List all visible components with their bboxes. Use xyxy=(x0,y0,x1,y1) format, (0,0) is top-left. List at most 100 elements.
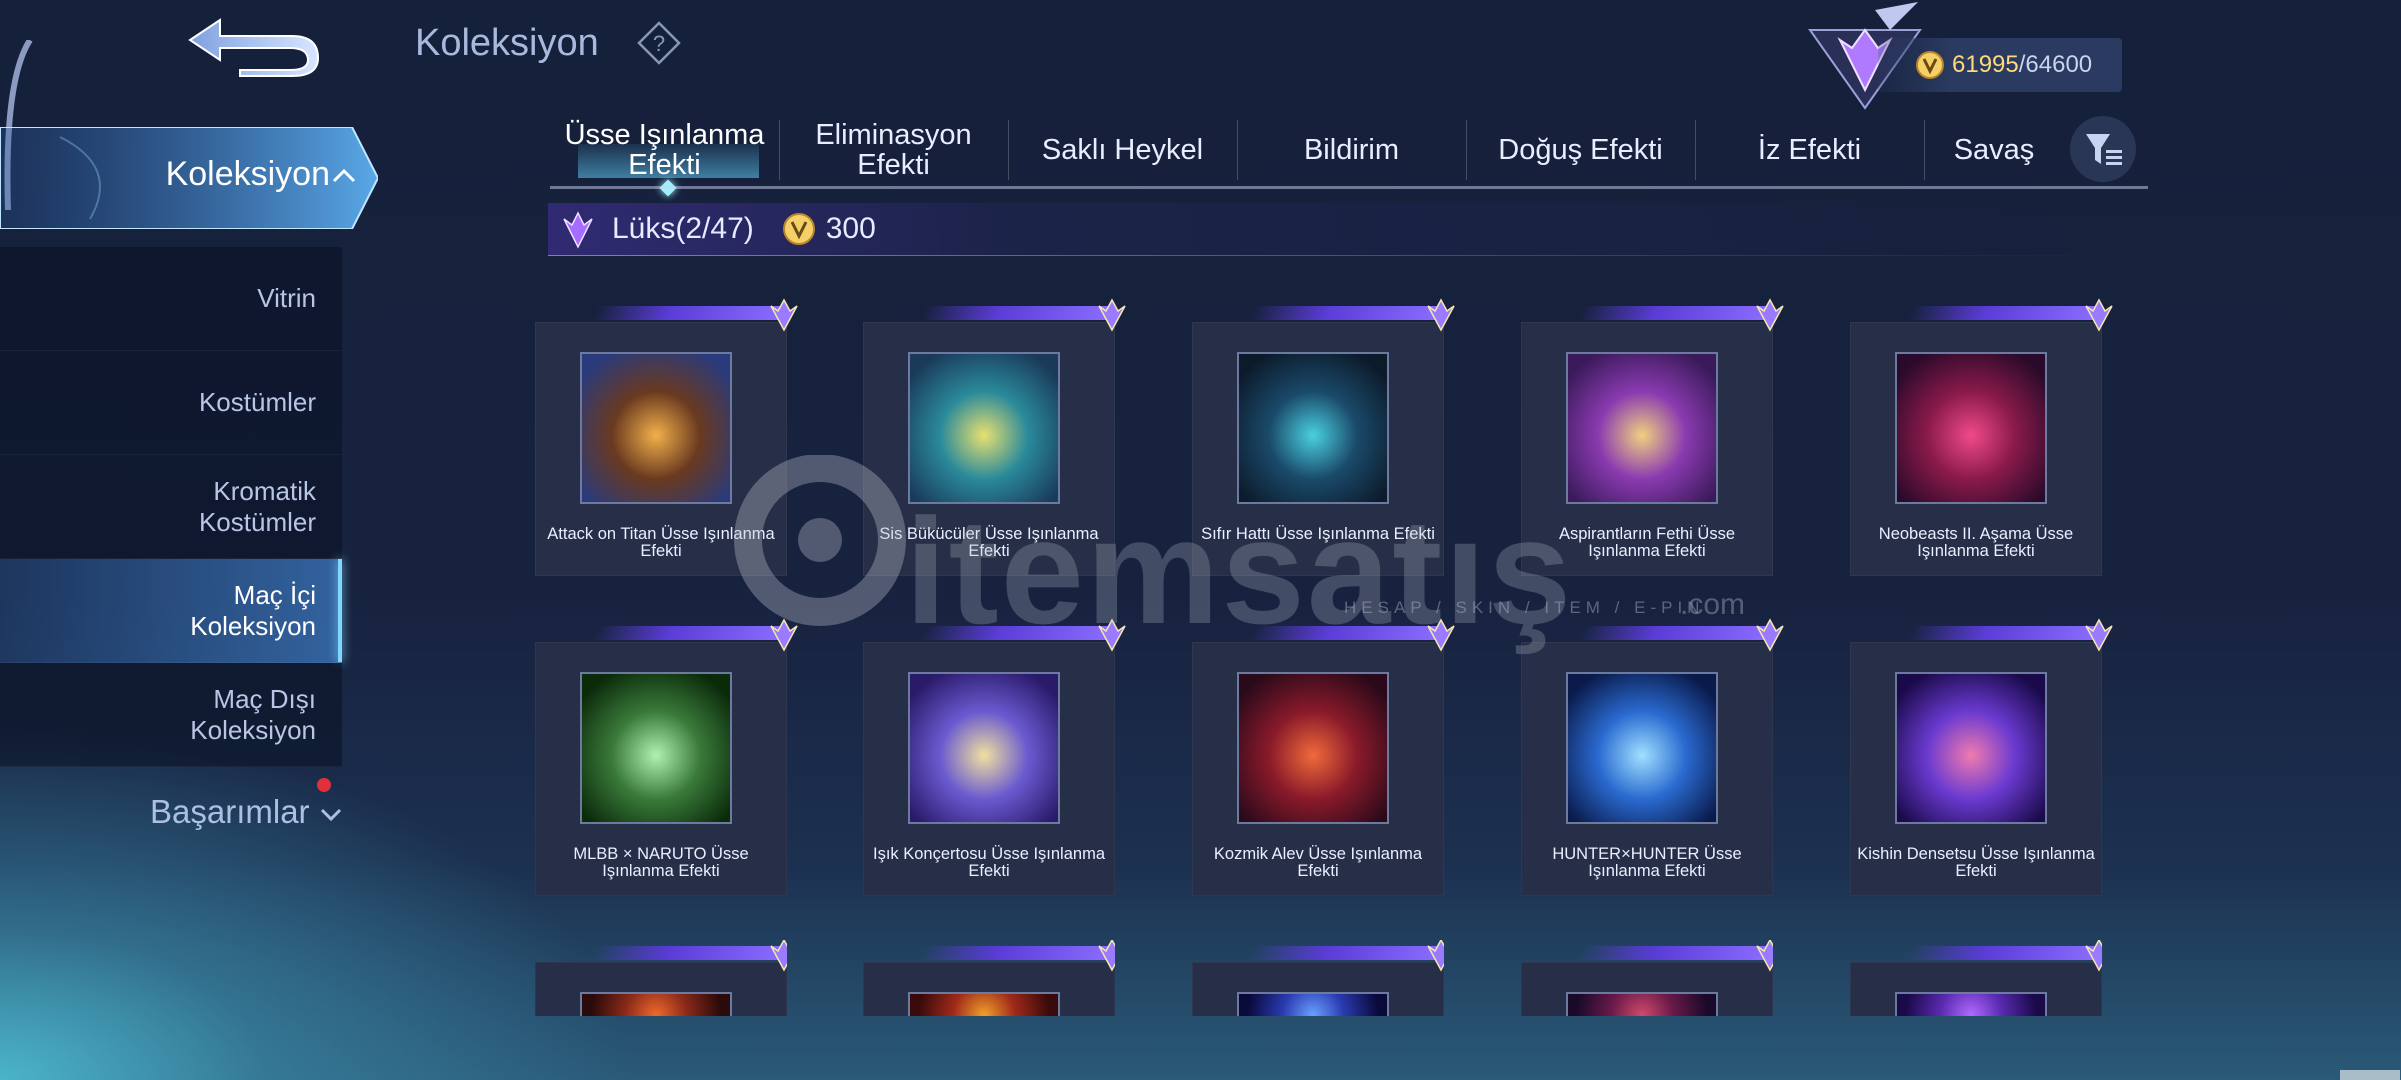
sidebar-item-label: Vitrin xyxy=(257,283,316,313)
chevron-down-icon xyxy=(320,808,341,822)
tab-dogus-efekti[interactable]: Doğuş Efekti xyxy=(1466,112,1695,188)
rarity-gem-icon xyxy=(1098,618,1126,652)
effect-thumbnail xyxy=(908,352,1060,504)
sidebar-section-label: Koleksiyon xyxy=(165,155,330,193)
coin-icon xyxy=(1916,51,1944,79)
effect-thumbnail xyxy=(1237,672,1389,824)
category-tabs: Üsse Işınlanma Efekti Eliminasyon Efekti… xyxy=(550,112,2150,197)
collection-item-card[interactable]: Işık Konçertosu Üsse Işınlanma Efekti xyxy=(863,618,1126,896)
rarity-ribbon xyxy=(1578,626,1770,640)
item-name: Sıfır Hattı Üsse Işınlanma Efekti xyxy=(1201,525,1435,543)
watermark-suffix: .com xyxy=(1680,588,1746,621)
item-name: Kozmik Alev Üsse Işınlanma Efekti xyxy=(1213,845,1423,880)
item-name: HUNTER×HUNTER Üsse Işınlanma Efekti xyxy=(1552,845,1742,880)
collection-item-card[interactable]: Attack on Titan Üsse Işınlanma Efekti xyxy=(535,298,798,576)
item-name: Aspirantların Fethi Üsse Işınlanma Efekt… xyxy=(1558,525,1736,560)
item-name: Attack on Titan Üsse Işınlanma Efekti xyxy=(547,525,775,560)
tab-iz-efekti[interactable]: İz Efekti xyxy=(1695,112,1924,188)
sidebar-item-label-line2: Koleksiyon xyxy=(190,714,316,745)
points-max: /64600 xyxy=(2018,51,2093,78)
rarity-gem-icon xyxy=(1427,298,1455,332)
rarity-ribbon xyxy=(592,306,784,320)
purple-gem-icon xyxy=(563,211,593,249)
collection-item-card[interactable] xyxy=(863,940,1115,1016)
effect-thumbnail xyxy=(580,992,732,1016)
collection-item-card[interactable]: Aspirantların Fethi Üsse Işınlanma Efekt… xyxy=(1521,298,1784,576)
rarity-ribbon xyxy=(1249,306,1441,320)
sidebar-item-kostumler[interactable]: Kostümler xyxy=(0,351,342,455)
collection-item-card[interactable]: Kishin Densetsu Üsse Işınlanma Efekti xyxy=(1850,618,2113,896)
back-button[interactable] xyxy=(180,10,330,80)
tab-bildirim[interactable]: Bildirim xyxy=(1237,112,1466,188)
rarity-ribbon xyxy=(592,626,784,640)
points-current: 61995 xyxy=(1952,51,2019,78)
sidebar-item-kromatik-kostumler[interactable]: Kromatik Kostümler xyxy=(0,455,342,559)
watermark-tagline: HESAP / SKIN / ITEM / E-PIN xyxy=(1344,598,1705,617)
tab-label: Saklı Heykel xyxy=(1041,134,1204,166)
filter-button[interactable] xyxy=(2070,116,2136,182)
rarity-ribbon xyxy=(592,946,784,960)
tab-sakli-heykel[interactable]: Saklı Heykel xyxy=(1008,112,1237,188)
collection-item-card[interactable]: Neobeasts II. Aşama Üsse Işınlanma Efekt… xyxy=(1850,298,2113,576)
item-name: Kishin Densetsu Üsse Işınlanma Efekti xyxy=(1857,845,2095,880)
rarity-ribbon xyxy=(1578,946,1770,960)
sidebar-item-label: Kostümler xyxy=(198,387,316,417)
collection-item-card[interactable]: MLBB × NARUTO Üsse Işınlanma Efekti xyxy=(535,618,798,896)
sidebar-section-koleksiyon[interactable]: Koleksiyon xyxy=(0,127,378,229)
category-points: 300 xyxy=(825,212,876,245)
sidebar-list: Vitrin Kostümler Kromatik Kostümler Maç … xyxy=(0,247,342,767)
rarity-gem-icon xyxy=(1098,298,1126,332)
tab-label: Bildirim xyxy=(1303,134,1400,166)
rarity-ribbon xyxy=(920,946,1112,960)
category-count: (2/47) xyxy=(675,212,754,245)
tab-label: Savaş xyxy=(1953,134,2035,166)
rarity-ribbon xyxy=(1907,626,2099,640)
collection-item-card[interactable] xyxy=(535,940,787,1016)
rarity-ribbon xyxy=(1578,306,1770,320)
tab-label-line1: Üsse Işınlanma xyxy=(564,119,765,151)
tab-savas[interactable]: Savaş xyxy=(1924,112,2064,188)
item-name: Neobeasts II. Aşama Üsse Işınlanma Efekt… xyxy=(1878,525,2074,560)
tab-label: İz Efekti xyxy=(1757,134,1862,166)
effect-thumbnail xyxy=(1895,352,2047,504)
collection-item-card[interactable] xyxy=(1192,940,1444,1016)
collection-item-card[interactable] xyxy=(1521,940,1773,1016)
page-title: Koleksiyon xyxy=(415,22,599,64)
chevron-up-icon xyxy=(332,168,356,183)
collection-item-card[interactable]: Kozmik Alev Üsse Işınlanma Efekti xyxy=(1192,618,1455,896)
rarity-ribbon xyxy=(1249,946,1441,960)
sidebar-item-mac-ici-koleksiyon[interactable]: Maç İçi Koleksiyon xyxy=(0,559,342,663)
effect-thumbnail xyxy=(1237,352,1389,504)
tab-eliminasyon-efekti[interactable]: Eliminasyon Efekti xyxy=(779,112,1008,188)
effect-thumbnail xyxy=(1566,352,1718,504)
sidebar-item-mac-disi-koleksiyon[interactable]: Maç Dışı Koleksiyon xyxy=(0,663,342,767)
effect-thumbnail xyxy=(1895,992,2047,1016)
collection-item-card[interactable] xyxy=(1850,940,2102,1016)
sidebar-item-vitrin[interactable]: Vitrin xyxy=(0,247,342,351)
rarity-gem-icon xyxy=(1756,940,1773,972)
effect-thumbnail xyxy=(908,672,1060,824)
rarity-ribbon xyxy=(920,306,1112,320)
tab-label-line1: Eliminasyon xyxy=(815,119,972,151)
tab-usse-isinlanma-efekti[interactable]: Üsse Işınlanma Efekti xyxy=(550,112,779,197)
sidebar-section-achievements[interactable]: Başarımlar xyxy=(150,793,342,831)
help-icon[interactable]: ? xyxy=(637,21,681,65)
rarity-gem-icon xyxy=(1756,618,1784,652)
collection-item-card[interactable]: Sis Bükücüler Üsse Işınlanma Efekti xyxy=(863,298,1126,576)
effect-thumbnail xyxy=(1895,672,2047,824)
rarity-gem-icon xyxy=(2085,940,2102,972)
effect-thumbnail xyxy=(1566,992,1718,1016)
effect-thumbnail xyxy=(908,992,1060,1016)
rarity-ribbon xyxy=(1907,946,2099,960)
rarity-gem-icon xyxy=(1427,940,1444,972)
effect-thumbnail xyxy=(1566,672,1718,824)
sidebar-item-label-line2: Kostümler xyxy=(198,506,316,537)
rarity-ribbon xyxy=(1249,626,1441,640)
category-name: Lüks xyxy=(612,212,676,245)
collection-item-card[interactable]: Sıfır Hattı Üsse Işınlanma Efekti xyxy=(1192,298,1455,576)
sidebar-item-label-line1: Maç İçi xyxy=(233,579,316,610)
item-name: Sis Bükücüler Üsse Işınlanma Efekti xyxy=(879,525,1099,560)
collection-item-card[interactable]: HUNTER×HUNTER Üsse Işınlanma Efekti xyxy=(1521,618,1784,896)
rarity-gem-icon xyxy=(2085,298,2113,332)
sidebar-item-label-line2: Koleksiyon xyxy=(190,610,316,641)
